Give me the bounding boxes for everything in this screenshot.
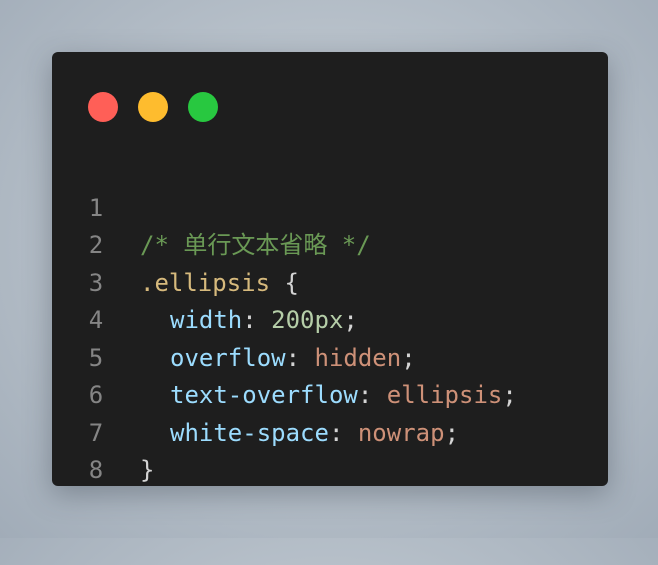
code-line: 2 .ellipsis { bbox=[52, 190, 608, 297]
maximize-window-dot[interactable] bbox=[188, 92, 218, 122]
code-line: 8 bbox=[52, 415, 608, 484]
code-line: 5 text-overflow: ellipsis; bbox=[52, 302, 608, 410]
minimize-window-dot[interactable] bbox=[138, 92, 168, 122]
code-line: 3 width: 200px; bbox=[52, 227, 608, 335]
code-line: 7 } bbox=[52, 377, 608, 485]
code-line: 1 /* 单行文本省略 */ bbox=[52, 152, 608, 260]
code-block: 1 /* 单行文本省略 */ 2 .ellipsis { 3 width: 20… bbox=[52, 152, 608, 485]
code-window: 1 /* 单行文本省略 */ 2 .ellipsis { 3 width: 20… bbox=[52, 52, 608, 486]
code-line: 4 overflow: hidden; bbox=[52, 265, 608, 372]
code-line: 6 white-space: nowrap; bbox=[52, 340, 608, 447]
close-brace: } bbox=[140, 456, 155, 484]
line-number: 8 bbox=[88, 456, 104, 484]
close-window-dot[interactable] bbox=[88, 92, 118, 122]
